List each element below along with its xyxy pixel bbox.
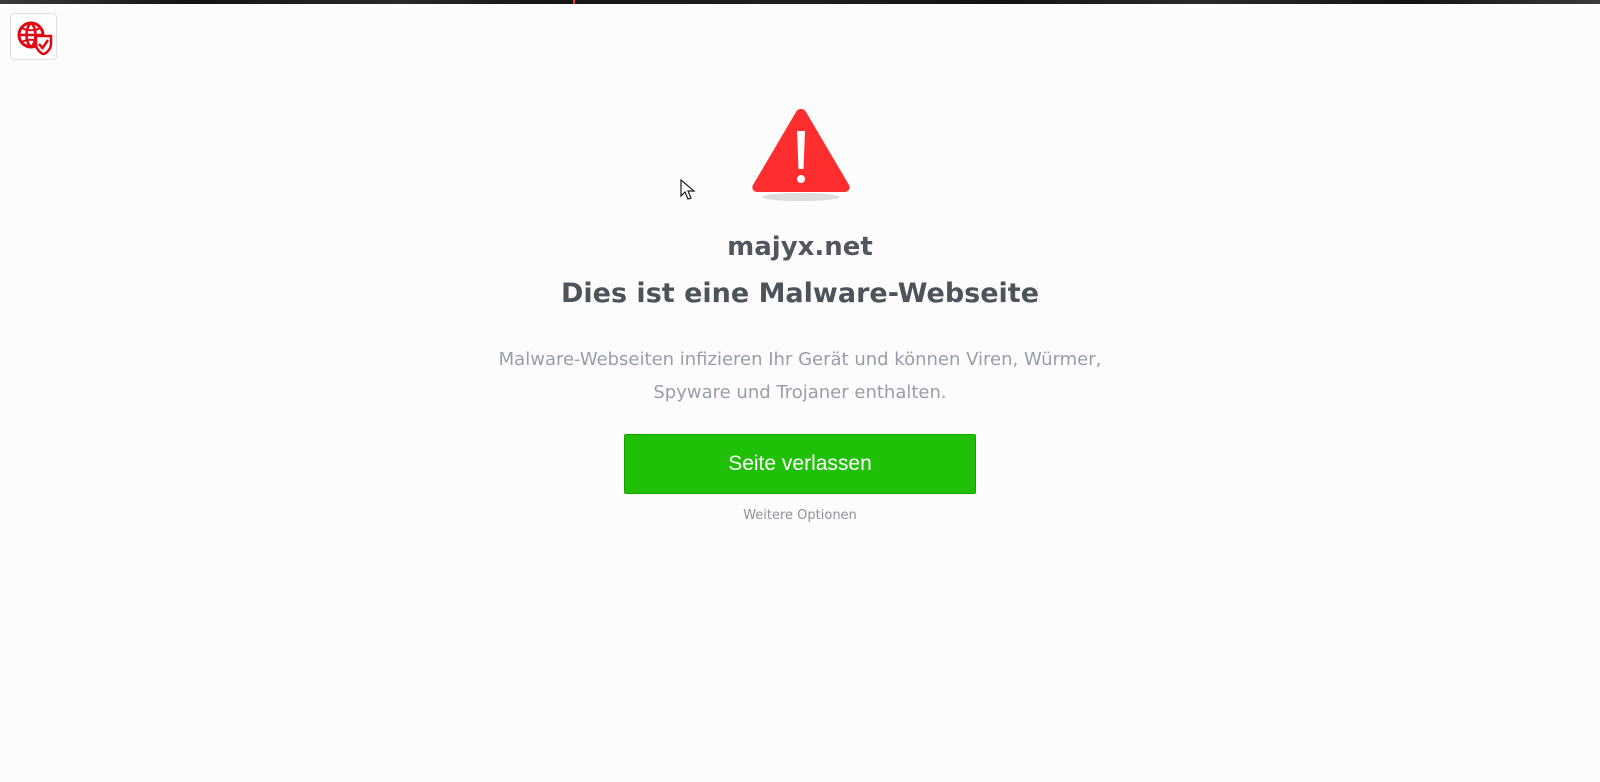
description-line-2: Spyware und Trojaner enthalten. [653, 382, 947, 403]
globe-shield-icon [17, 21, 52, 55]
exclamation-dot [797, 175, 805, 183]
top-strip-marker [573, 0, 575, 4]
top-browser-strip [0, 0, 1600, 4]
brand-logo-button[interactable] [10, 13, 57, 60]
more-options-link[interactable]: Weitere Optionen [0, 507, 1600, 525]
mouse-cursor-icon [680, 179, 696, 200]
malware-warning-icon [748, 106, 854, 202]
malware-warning-title: Dies ist eine Malware-Webseite [560, 278, 1040, 309]
malware-warning-description: Malware-Webseiten infizieren Ihr Gerät u… [495, 343, 1105, 409]
leave-site-button[interactable]: Seite verlassen [624, 434, 976, 494]
blocked-site-name: majyx.net [727, 232, 873, 262]
description-line-1: Malware-Webseiten infizieren Ihr Gerät u… [498, 349, 1102, 370]
